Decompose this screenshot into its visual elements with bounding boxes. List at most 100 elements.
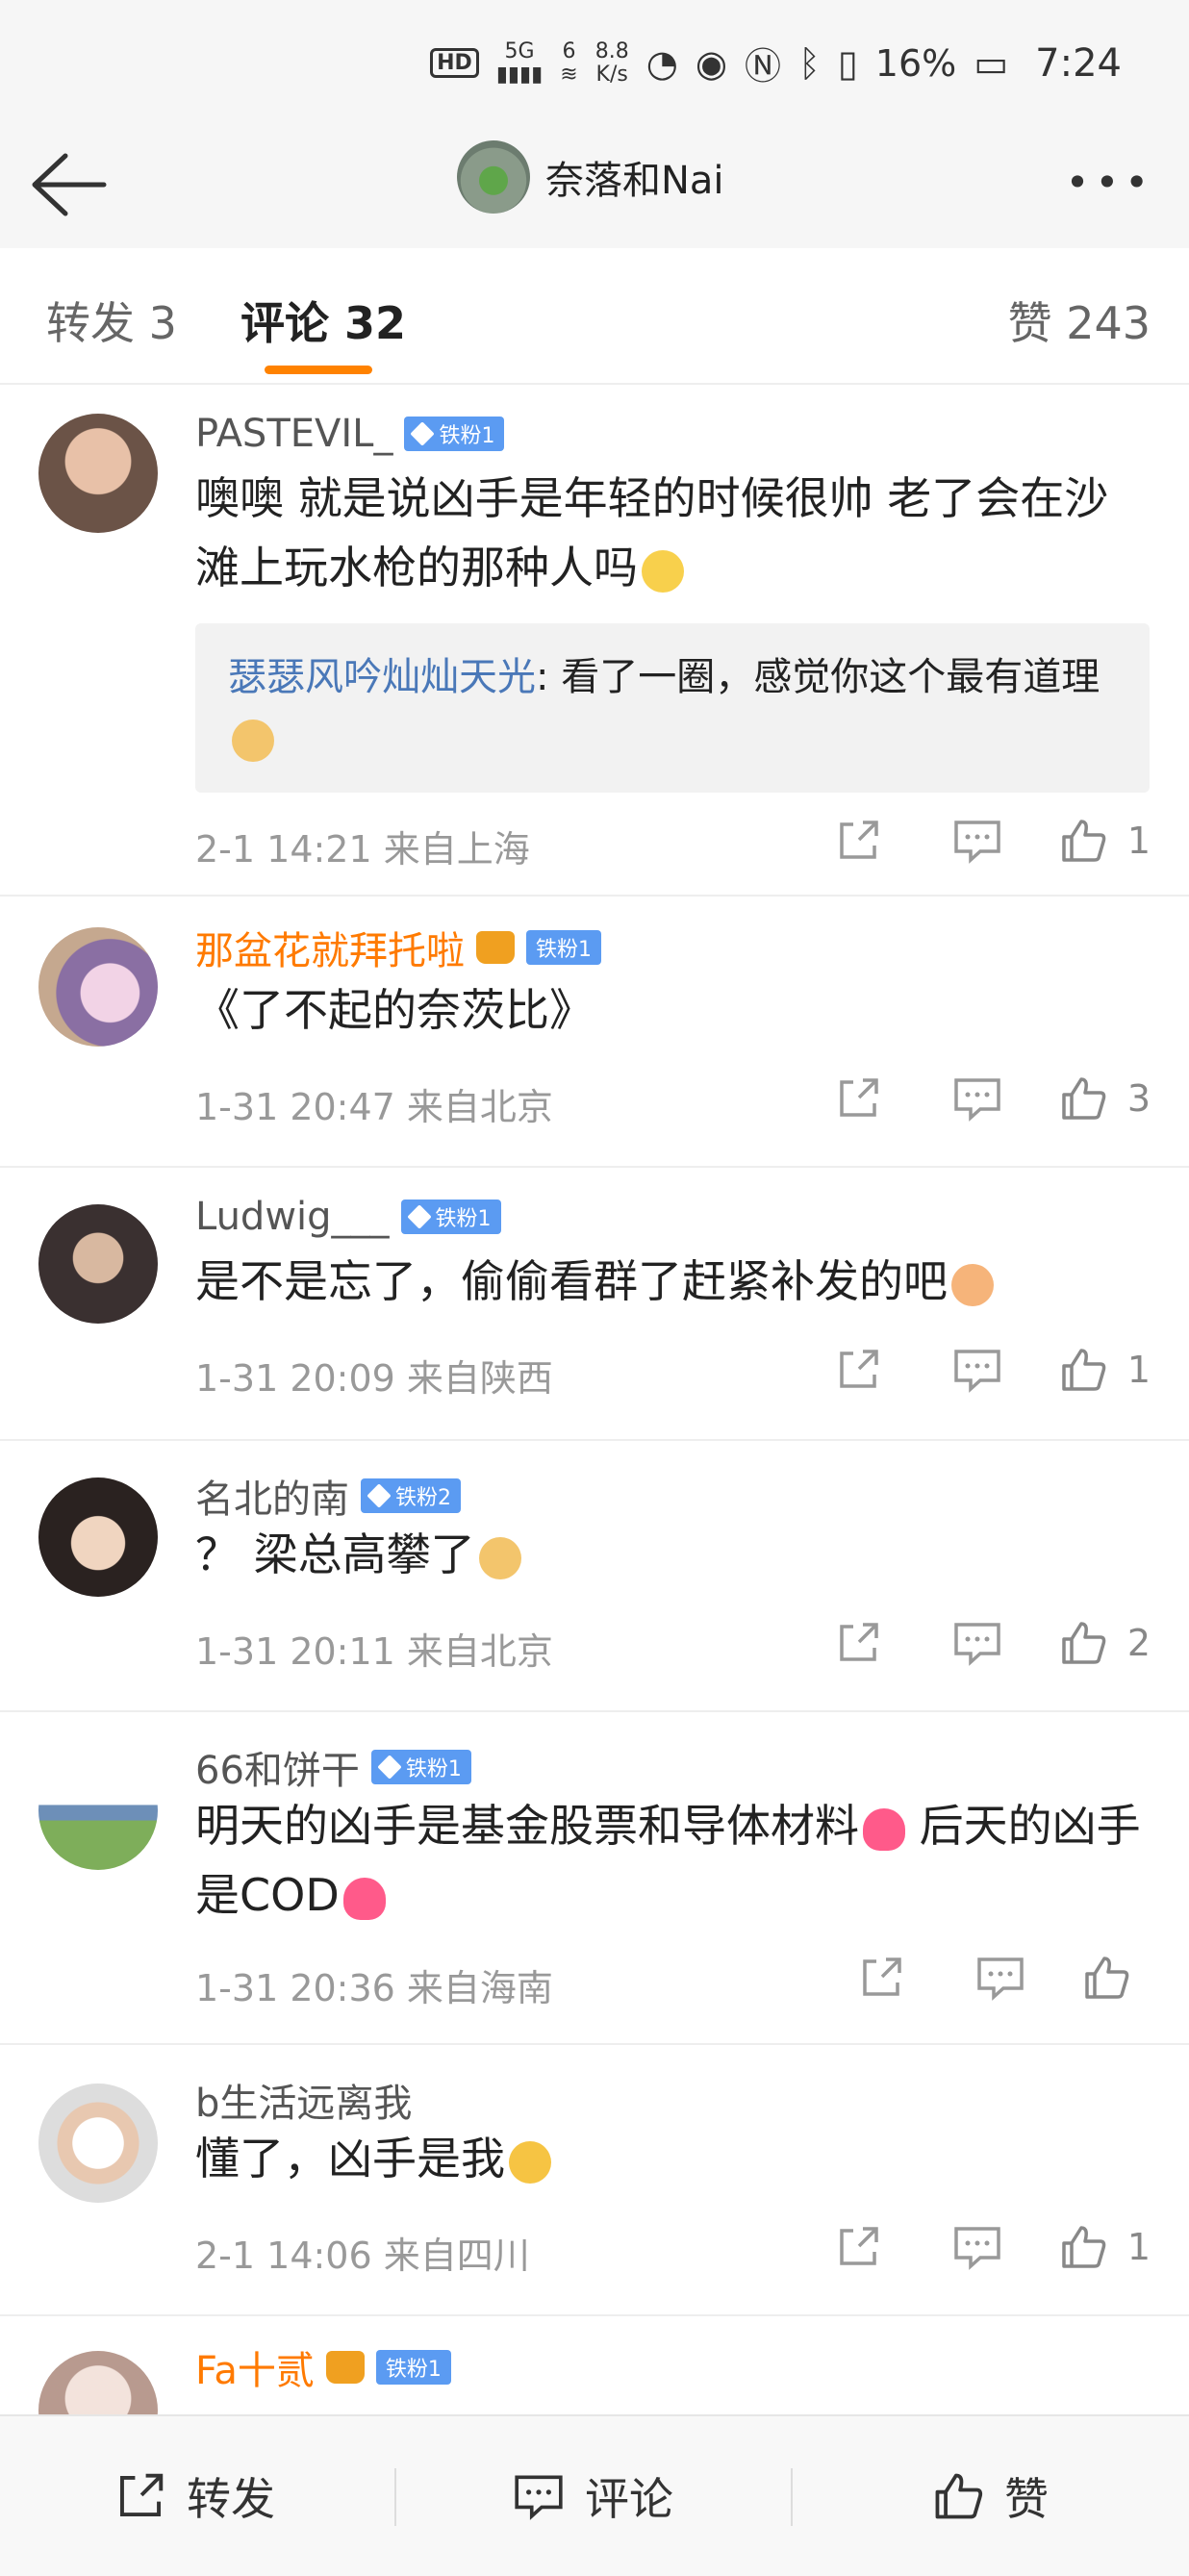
avatar[interactable] [38,1751,158,1870]
hd-indicator: HD [430,48,479,78]
more-icon[interactable]: ••• [1066,163,1154,203]
reply-button[interactable] [939,2218,1016,2276]
battery-icon: ▭ [974,41,1009,85]
comment-actions: 2 [777,1614,1151,1672]
tab-indicator [265,366,372,374]
share-button[interactable] [843,1949,920,2007]
eye-icon: ◉ [695,41,728,85]
comment-meta: 2-1 14:21 来自上海 [195,828,530,871]
like-count: 1 [1126,1349,1151,1391]
bluetooth-icon: ᛒ [798,41,821,85]
tab-repost[interactable]: 转发 3 [46,289,177,352]
page-title: 奈落和Nai [545,159,724,203]
nav-user[interactable]: 奈落和Nai [457,140,724,214]
comment-actions: 1 [777,812,1151,870]
comment-text: 是不是忘了，偷偷看群了赶紧补发的吧 [195,1247,1148,1316]
share-icon [840,1623,878,1661]
comment-icon [954,1078,1000,1122]
comment-meta: 1-31 20:47 来自北京 [195,1086,553,1128]
comment-username[interactable]: 66和饼干 铁粉1 [195,1739,471,1795]
reply-button[interactable] [939,1341,1016,1399]
reply-preview[interactable]: 瑟瑟风吟灿灿天光: 看了一圈，感觉你这个最有道理 [195,623,1150,793]
comment-username[interactable]: b生活远离我 [195,2072,412,2128]
like-button[interactable]: 3 [1058,1073,1151,1124]
reply-button[interactable] [939,1614,1016,1672]
thumbs-up-icon [1062,1622,1106,1664]
back-button[interactable] [27,146,114,223]
avatar[interactable] [38,927,158,1047]
repost-button[interactable]: 转发 [114,2464,275,2528]
comment-icon [515,2475,563,2520]
nfc-icon: Ⓝ [745,45,782,88]
like-button[interactable]: 2 [1058,1618,1151,1668]
comment-text: 噢噢 就是说凶手是年轻的时候很帅 老了会在沙滩上玩水枪的那种人吗 [195,472,1109,593]
thumbs-up-icon [1062,1349,1106,1391]
like-button[interactable]: 赞 [931,2464,1049,2528]
nav-bar: 奈落和Nai ••• [0,125,1189,250]
comment-item: Ludwig___ 铁粉1 是不是忘了，偷偷看群了赶紧补发的吧 1-31 20:… [0,1168,1189,1441]
share-button[interactable] [820,1070,897,1127]
comment-meta: 2-1 14:06 来自四川 [195,2235,530,2277]
share-button[interactable] [820,2218,897,2276]
comment-actions: 1 [777,2218,1151,2276]
comment-item: b生活远离我 懂了，凶手是我 2-1 14:06 来自四川 1 [0,2045,1189,2316]
network-indicator: 5G ▮▮▮▮ [495,38,544,87]
comment-username[interactable]: 那盆花就拜托啦 铁粉1 [195,920,601,975]
tab-bar: 转发 3 评论 32 赞 243 [0,248,1189,385]
thumbs-up-icon [1062,2226,1106,2268]
comment-username[interactable]: PASTEVIL_ 铁粉1 [195,412,505,456]
share-button[interactable] [820,812,897,870]
fan-badge: 铁粉1 [526,930,601,965]
crown-icon [476,931,515,964]
reply-username[interactable]: 瑟瑟风吟灿灿天光 [228,655,536,699]
network-speed: 8.8 K/s [594,38,629,87]
tab-comments[interactable]: 评论 32 [240,289,406,352]
doge-emoji-icon [232,720,274,762]
divider [394,2468,396,2526]
comment-icon [954,2227,1000,2270]
comment-username[interactable]: Fa十贰 铁粉1 [195,2339,451,2395]
comment-actions: 3 [777,1070,1151,1127]
wifi-icon: 6 ≋ [560,38,578,87]
avatar[interactable] [457,140,530,214]
comment-text: ？ 梁总高攀了 [195,1520,1148,1589]
reply-button[interactable] [939,1070,1016,1127]
share-button[interactable] [820,1614,897,1672]
vibrate-icon: ▯ [837,41,858,85]
like-button[interactable] [1081,1953,1151,2003]
reply-button[interactable] [939,812,1016,870]
comment-meta: 1-31 20:11 来自北京 [195,1630,553,1673]
reply-button[interactable] [962,1949,1039,2007]
crown-icon [325,2351,365,2384]
share-icon [120,2473,164,2516]
like-count: 1 [1126,820,1151,862]
comment-meta: 1-31 20:36 来自海南 [195,1967,553,2009]
share-icon [863,1957,901,1996]
tab-likes[interactable]: 赞 243 [1008,289,1151,352]
share-icon [840,1350,878,1388]
comment-label: 评论 [585,2473,673,2525]
comment-actions [800,1949,1151,2007]
avatar[interactable] [38,1204,158,1324]
like-button[interactable]: 1 [1058,816,1151,866]
avatar[interactable] [38,2084,158,2203]
comment-icon [954,1350,1000,1393]
comment-username[interactable]: 名北的南 铁粉2 [195,1468,461,1524]
like-button[interactable]: 1 [1058,2222,1151,2272]
share-button[interactable] [820,1341,897,1399]
comment-text: 《了不起的奈茨比》 [195,984,594,1036]
thinking-emoji-icon [642,549,684,593]
comment-item: PASTEVIL_ 铁粉1 噢噢 就是说凶手是年轻的时候很帅 老了会在沙滩上玩水… [0,385,1189,897]
comment-button[interactable]: 评论 [512,2464,673,2528]
battery-percent: 16% [874,41,957,85]
thumbs-up-icon [935,2473,983,2519]
avatar[interactable] [38,414,158,533]
avatar[interactable] [38,1477,158,1597]
repost-label: 转发 [187,2473,275,2525]
share-icon [840,821,878,859]
like-button[interactable]: 1 [1058,1345,1151,1395]
comment-username[interactable]: Ludwig___ 铁粉1 [195,1195,501,1239]
comment-icon [977,1957,1024,2001]
doge-emoji-icon [478,1536,521,1579]
alarm-icon: ◔ [645,41,678,85]
